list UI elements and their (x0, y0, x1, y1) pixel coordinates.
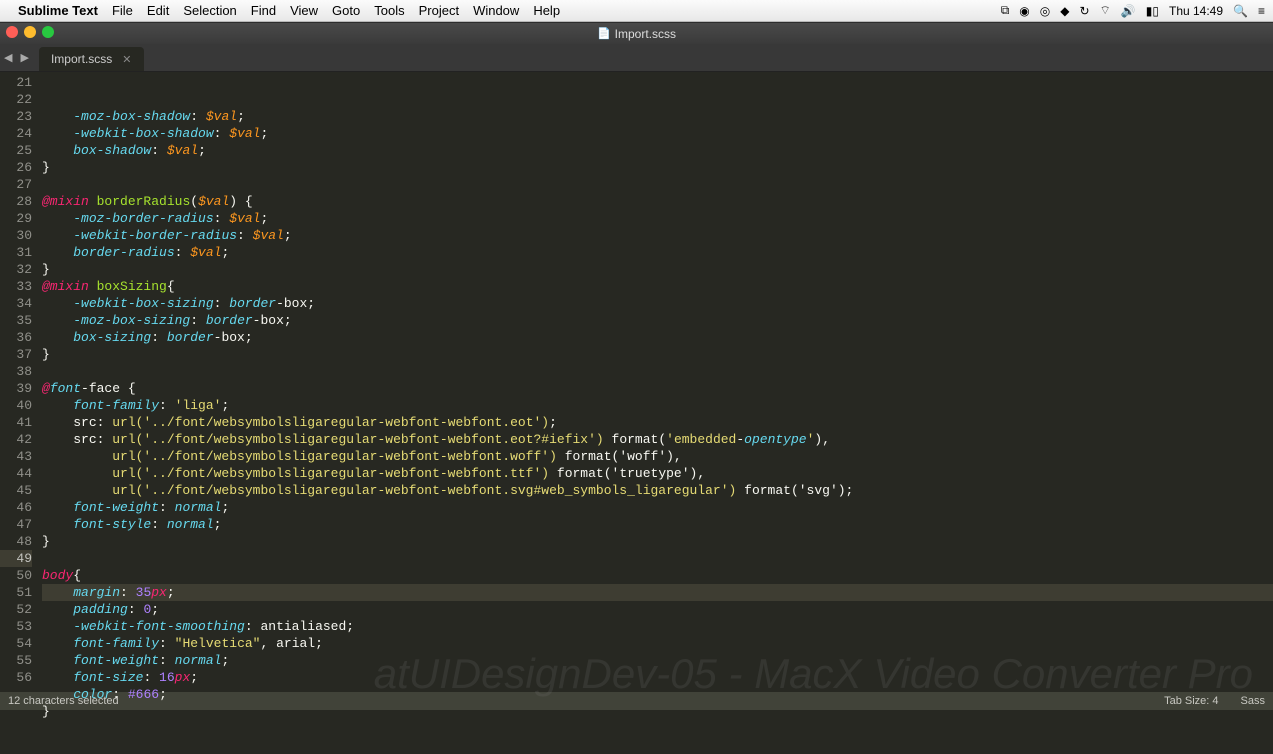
zoom-button[interactable] (42, 26, 54, 38)
menu-file[interactable]: File (112, 3, 133, 18)
volume-icon[interactable]: 🔊 (1121, 4, 1136, 18)
wifi-icon[interactable]: ⌔ (1100, 3, 1111, 18)
macos-menubar: Sublime Text File Edit Selection Find Vi… (0, 0, 1273, 22)
menu-edit[interactable]: Edit (147, 3, 169, 18)
tab-label: Import.scss (51, 52, 112, 66)
close-button[interactable] (6, 26, 18, 38)
menu-project[interactable]: Project (419, 3, 459, 18)
window-title: Import.scss (615, 27, 676, 41)
line-number-gutter: 2122232425262728293031323334353637383940… (0, 72, 42, 692)
window-titlebar: 📄 Import.scss (0, 22, 1273, 44)
menubar-right: ⧉ ◉ ◎ ◆ ↻ ⌔ 🔊 ▮▯ Thu 14:49 🔍 ≡ (1001, 3, 1265, 18)
code-editor[interactable]: 2122232425262728293031323334353637383940… (0, 72, 1273, 692)
screencast-icon[interactable]: ⧉ (1001, 3, 1010, 18)
menu-goto[interactable]: Goto (332, 3, 360, 18)
menu-find[interactable]: Find (251, 3, 276, 18)
drive-icon[interactable]: ◆ (1060, 4, 1069, 18)
menu-view[interactable]: View (290, 3, 318, 18)
file-tab[interactable]: Import.scss ✕ (39, 47, 144, 71)
document-icon: 📄 (597, 27, 611, 40)
traffic-lights (6, 26, 54, 38)
minimize-button[interactable] (24, 26, 36, 38)
close-icon[interactable]: ✕ (122, 53, 131, 66)
menu-help[interactable]: Help (533, 3, 560, 18)
code-content[interactable]: -moz-box-shadow: $val; -webkit-box-shado… (42, 72, 1273, 692)
app-name[interactable]: Sublime Text (18, 3, 98, 18)
updates-icon[interactable]: ↻ (1079, 4, 1089, 18)
tab-bar: ◀ ▶ Import.scss ✕ (0, 44, 1273, 72)
clock[interactable]: Thu 14:49 (1169, 4, 1223, 18)
sync-icon[interactable]: ◉ (1019, 4, 1029, 18)
nav-forward-icon[interactable]: ▶ (16, 51, 32, 64)
battery-icon[interactable]: ▮▯ (1146, 4, 1159, 18)
menu-extra-icon[interactable]: ≡ (1258, 4, 1265, 18)
menu-selection[interactable]: Selection (183, 3, 236, 18)
cc-icon[interactable]: ◎ (1040, 4, 1050, 18)
spotlight-icon[interactable]: 🔍 (1233, 4, 1248, 18)
menu-window[interactable]: Window (473, 3, 519, 18)
nav-back-icon[interactable]: ◀ (0, 51, 16, 64)
menu-tools[interactable]: Tools (374, 3, 404, 18)
